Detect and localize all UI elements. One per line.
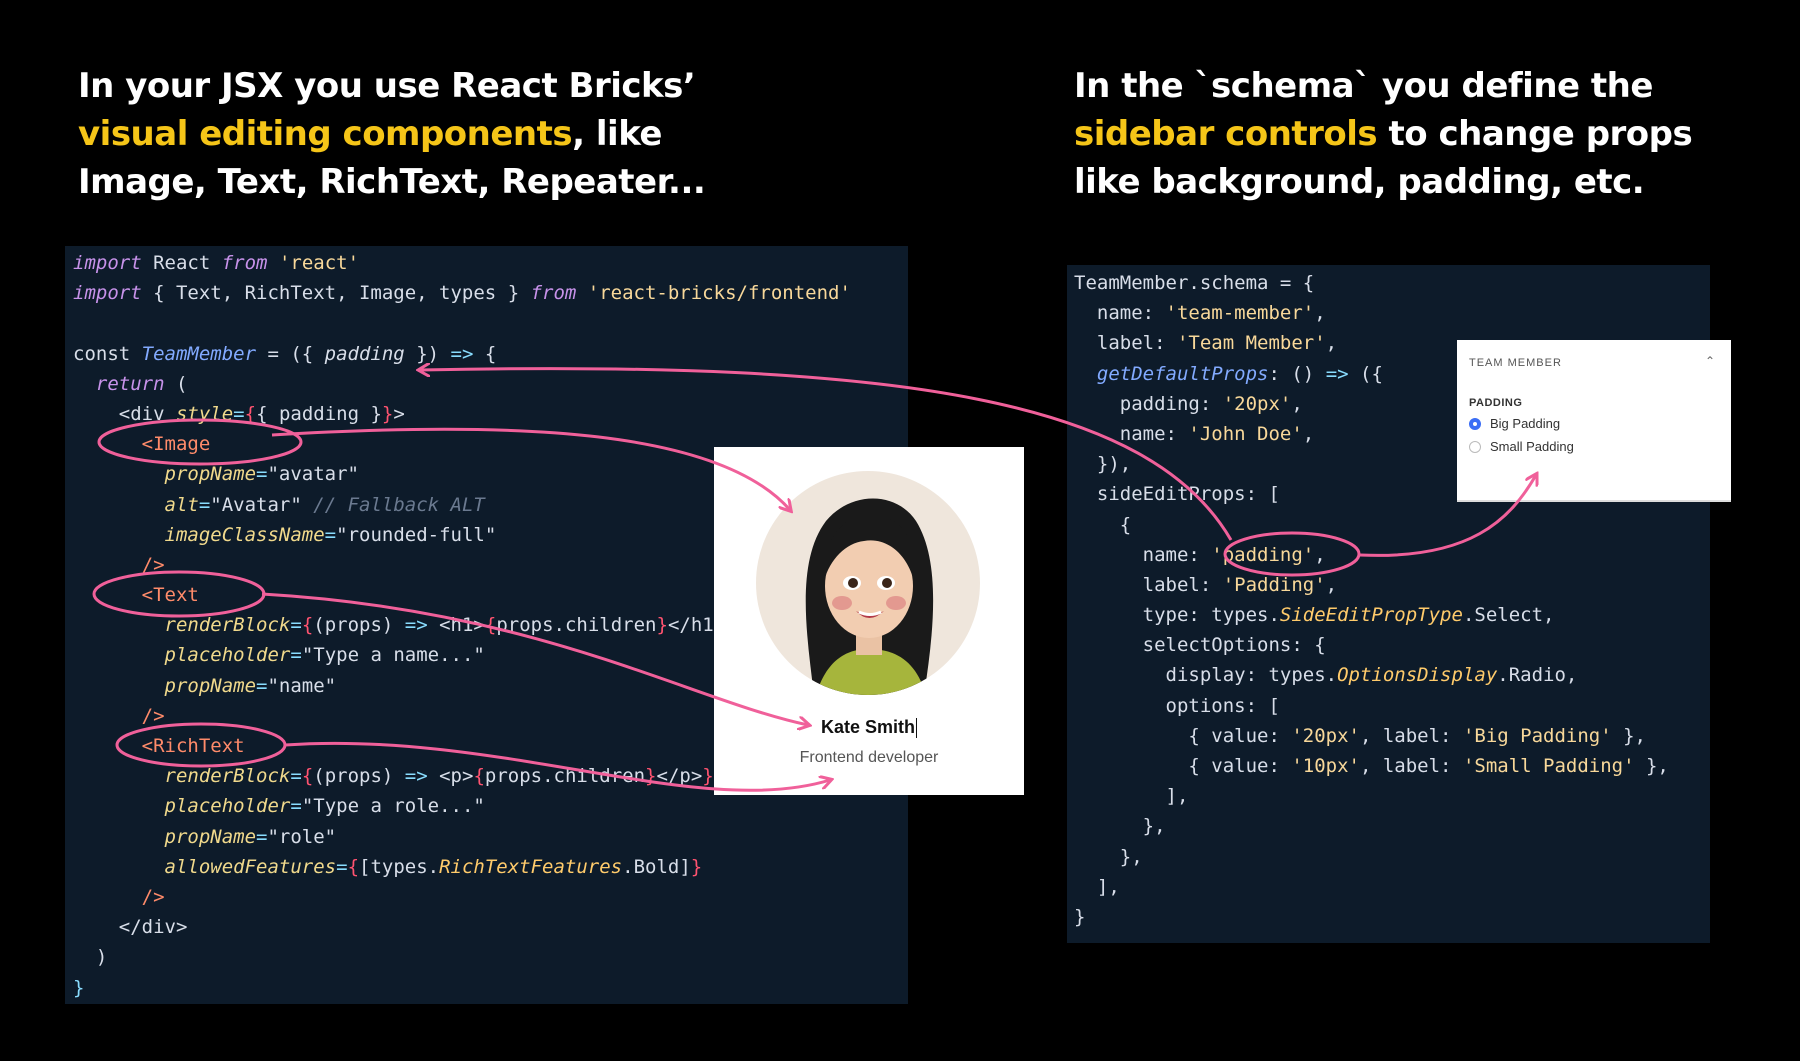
annotation-overlay [92,0,1800,792]
highlight-ellipse-image [97,418,303,466]
arrow-padding-to-sidebar [1359,475,1536,557]
highlight-ellipse-padding [1223,531,1361,577]
arrow-padding-to-default-prop [420,369,1233,541]
arrow-richtext-to-role [284,741,830,792]
highlight-ellipse-richtext [115,722,287,768]
arrow-image-to-avatar [271,427,790,510]
arrow-text-to-name [261,592,808,725]
highlight-ellipse-text [92,570,266,618]
